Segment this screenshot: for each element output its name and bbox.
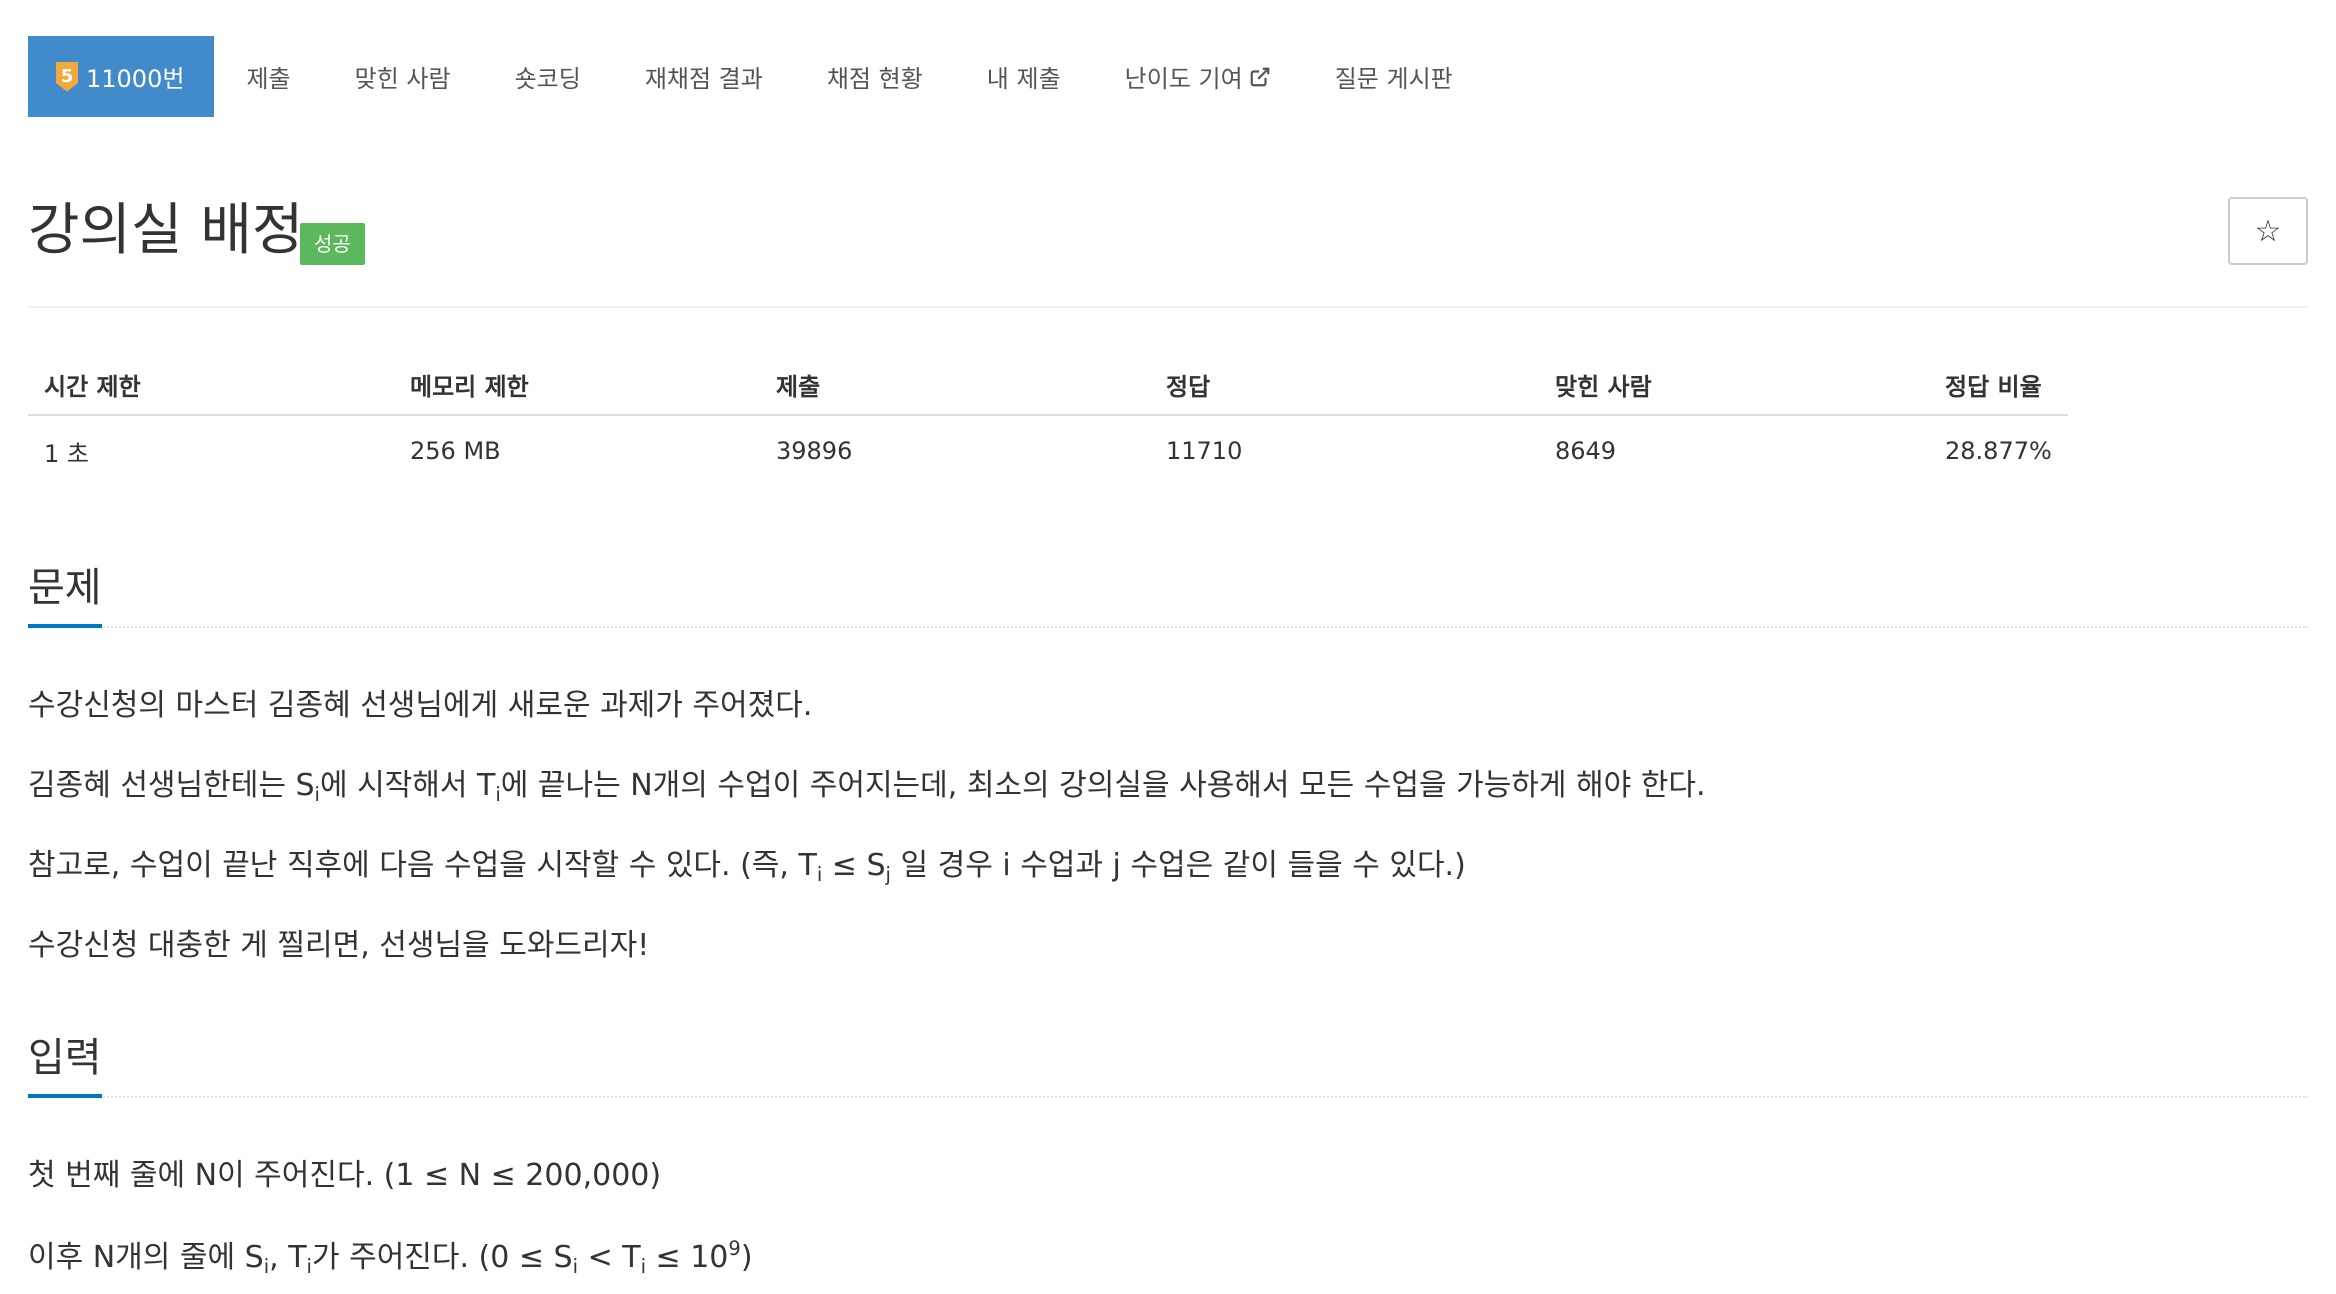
tab-short-coding[interactable]: 숏코딩 [483, 36, 613, 117]
header-solved-users: 맞힌 사람 [1539, 354, 1929, 416]
memory-limit-value: 256 MB [410, 437, 501, 465]
star-icon: ☆ [2254, 213, 2282, 249]
problem-section-title: 문제 [28, 564, 102, 628]
tab-solved-users[interactable]: 맞힌 사람 [323, 36, 483, 117]
tab-rejudge-results[interactable]: 재채점 결과 [613, 36, 795, 117]
tab-difficulty-label: 난이도 기여 [1124, 65, 1243, 93]
problem-info-table: 시간 제한 메모리 제한 제출 정답 맞힌 사람 정답 비율 1 초 256 M… [28, 354, 2068, 486]
tab-problem[interactable]: 5 11000번 [28, 36, 215, 117]
accept-ratio-value: 28.877% [1945, 437, 2052, 465]
input-description-line-2: 이후 N개의 줄에 Si, Ti가 주어진다. (0 ≤ Si < Ti ≤ 1… [28, 1237, 753, 1278]
problem-description-line-1: 수강신청의 마스터 김종혜 선생님에게 새로운 과제가 주어졌다. [28, 688, 813, 723]
submissions-value: 39896 [776, 437, 853, 465]
tab-submit[interactable]: 제출 [214, 36, 322, 117]
tab-my-submissions[interactable]: 내 제출 [955, 36, 1093, 117]
problem-title-row: 강의실 배정 성공 ☆ [28, 192, 2308, 308]
status-badge: 성공 [300, 223, 365, 265]
problem-page: 5 11000번 제출 맞힌 사람 숏코딩 재채점 결과 채점 현황 내 제출 … [0, 0, 2336, 1294]
header-time-limit: 시간 제한 [28, 354, 394, 416]
time-limit-value: 1 초 [44, 439, 89, 468]
favorite-star-button[interactable]: ☆ [2228, 197, 2308, 265]
problem-nav: 5 11000번 제출 맞힌 사람 숏코딩 재채점 결과 채점 현황 내 제출 … [28, 36, 1485, 117]
tab-question-board[interactable]: 질문 게시판 [1303, 36, 1485, 117]
header-accepted: 정답 [1150, 354, 1539, 416]
external-link-icon [1250, 67, 1270, 86]
header-submissions: 제출 [760, 354, 1150, 416]
problem-section-header: 문제 [28, 556, 2308, 628]
input-description-line-1: 첫 번째 줄에 N이 주어진다. (1 ≤ N ≤ 200,000) [28, 1158, 662, 1193]
input-section-header: 입력 [28, 1026, 2308, 1098]
header-accept-ratio: 정답 비율 [1929, 354, 2068, 416]
solved-users-value: 8649 [1555, 437, 1617, 465]
tab-judge-status[interactable]: 채점 현황 [795, 36, 955, 117]
problem-title: 강의실 배정 [28, 198, 304, 263]
tab-problem-label: 11000번 [86, 65, 185, 93]
input-section-title: 입력 [28, 1034, 102, 1098]
header-memory-limit: 메모리 제한 [394, 354, 760, 416]
problem-description-line-4: 수강신청 대충한 게 찔리면, 선생님을 도와드리자! [28, 928, 650, 963]
tab-difficulty-contribution[interactable]: 난이도 기여 [1093, 36, 1303, 117]
info-header-row: 시간 제한 메모리 제한 제출 정답 맞힌 사람 정답 비율 [28, 354, 2068, 416]
accepted-value: 11710 [1166, 437, 1243, 465]
info-value-row: 1 초 256 MB 39896 11710 8649 28.877% [28, 415, 2068, 486]
problem-description-line-2: 김종혜 선생님한테는 Si에 시작해서 Ti에 끝나는 N개의 수업이 주어지는… [28, 768, 1706, 806]
problem-description-line-3: 참고로, 수업이 끝난 직후에 다음 수업을 시작할 수 있다. (즉, Ti … [28, 848, 1466, 886]
tier-badge-icon: 5 [56, 61, 78, 92]
